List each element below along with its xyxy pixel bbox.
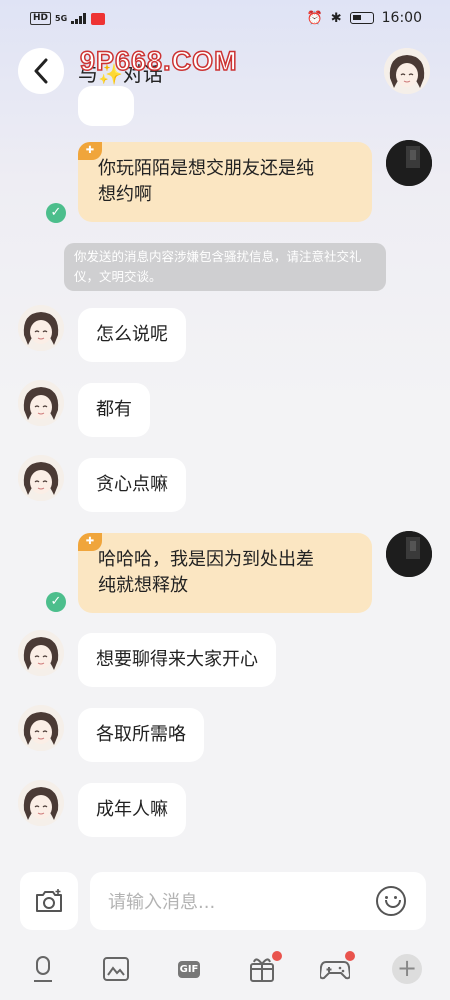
image-icon: [103, 957, 129, 981]
message-input-placeholder: 请输入消息...: [108, 892, 216, 913]
contact-avatar[interactable]: [18, 705, 64, 751]
gif-icon: GIF: [177, 960, 201, 978]
gift-icon: [250, 958, 274, 982]
bottom-toolbar: GIF +: [0, 948, 450, 992]
status-right: ⏰ ✱ 16:00: [307, 10, 422, 26]
message-bubble-other[interactable]: 都有: [78, 383, 150, 437]
my-avatar[interactable]: [386, 140, 432, 186]
message-bubble-me[interactable]: ✚ 你玩陌陌是想交朋友还是纯 想约啊: [78, 142, 372, 222]
message-bubble-other[interactable]: 怎么说呢: [78, 308, 186, 362]
gift-badge-dot: [272, 951, 282, 961]
vip-tag-icon: ✚: [78, 142, 102, 160]
hd-indicator: HD: [30, 12, 52, 25]
watermark: 9P668.COM: [79, 45, 238, 77]
contact-avatar[interactable]: [18, 305, 64, 351]
gift-button[interactable]: [247, 951, 282, 984]
chat-header: 与✨对话 9P668.COM: [0, 44, 450, 100]
sent-check-icon: ✓: [46, 592, 66, 612]
message-bubble-other[interactable]: 成年人嘛: [78, 783, 186, 837]
message-bubble-other[interactable]: 想要聊得来大家开心: [78, 633, 276, 687]
sent-check-icon: ✓: [46, 203, 66, 223]
previous-message-bubble: [78, 86, 134, 126]
image-button[interactable]: [101, 954, 131, 984]
battery-icon: [349, 12, 374, 24]
message-text-line: 哈哈哈，我是因为到处出差: [98, 549, 314, 570]
gif-button[interactable]: GIF: [174, 954, 204, 984]
game-icon: [320, 961, 350, 980]
bluetooth-icon: ✱: [330, 10, 342, 26]
game-button[interactable]: [320, 951, 355, 984]
message-bubble-other[interactable]: 各取所需咯: [78, 708, 204, 762]
alarm-icon: ⏰: [306, 10, 323, 26]
system-notice: 你发送的消息内容涉嫌包含骚扰信息，请注意社交礼仪，文明交谈。: [64, 243, 386, 291]
plus-icon: +: [392, 954, 422, 984]
contact-avatar[interactable]: [18, 780, 64, 826]
game-badge-dot: [345, 951, 355, 961]
my-avatar[interactable]: [386, 531, 432, 577]
vip-tag-icon: ✚: [78, 533, 102, 551]
contact-avatar[interactable]: [384, 48, 430, 94]
contact-avatar[interactable]: [18, 630, 64, 676]
more-button[interactable]: +: [392, 954, 422, 984]
emoji-icon[interactable]: [376, 886, 406, 916]
network-type: 5G: [55, 14, 68, 23]
notification-app-icon: [91, 12, 106, 25]
voice-icon: [34, 956, 52, 982]
message-bubble-other[interactable]: 贪心点嘛: [78, 458, 186, 512]
contact-avatar[interactable]: [18, 455, 64, 501]
status-left: HD 5G: [30, 12, 106, 25]
chevron-left-icon: [34, 58, 48, 84]
message-text-line: 纯就想释放: [98, 575, 188, 596]
camera-button[interactable]: [20, 872, 78, 930]
back-button[interactable]: [18, 48, 64, 94]
contact-avatar[interactable]: [18, 380, 64, 426]
message-text-line: 想约啊: [98, 184, 152, 205]
message-input[interactable]: 请输入消息...: [90, 872, 426, 930]
message-bubble-me[interactable]: ✚ 哈哈哈，我是因为到处出差 纯就想释放: [78, 533, 372, 613]
status-bar: HD 5G ⏰ ✱ 16:00: [0, 0, 450, 40]
clock: 16:00: [381, 10, 422, 26]
message-text-line: 你玩陌陌是想交朋友还是纯: [98, 158, 314, 179]
camera-icon: [36, 889, 62, 912]
signal-icon: [71, 13, 87, 24]
voice-button[interactable]: [28, 954, 58, 984]
